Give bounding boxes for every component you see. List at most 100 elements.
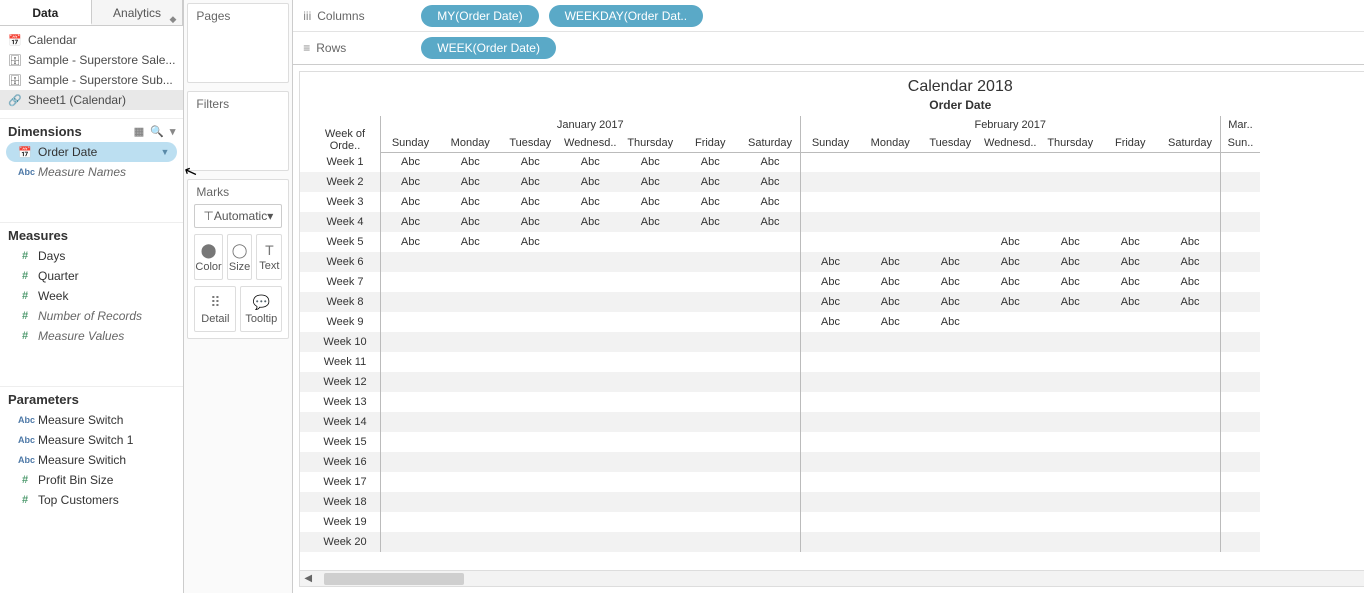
cell[interactable]	[1220, 372, 1260, 392]
cell[interactable]	[1160, 432, 1220, 452]
mark-detail-button[interactable]: ⠿Detail	[194, 286, 236, 332]
cell[interactable]	[440, 412, 500, 432]
cell[interactable]	[1100, 152, 1160, 172]
cell[interactable]	[1100, 352, 1160, 372]
cell[interactable]	[500, 412, 560, 432]
cell[interactable]	[620, 412, 680, 432]
cell[interactable]	[1160, 452, 1220, 472]
day-header[interactable]: Sunday	[380, 134, 440, 152]
cell[interactable]	[500, 272, 560, 292]
cell[interactable]	[1040, 432, 1100, 452]
cell[interactable]	[380, 492, 440, 512]
cell[interactable]	[980, 352, 1040, 372]
day-header[interactable]: Sun..	[1220, 134, 1260, 152]
day-header[interactable]: Wednesd..	[980, 134, 1040, 152]
cell[interactable]: Abc	[1100, 232, 1160, 252]
row-header[interactable]: Week 6	[300, 252, 380, 272]
cell[interactable]	[1220, 232, 1260, 252]
cell[interactable]	[800, 492, 860, 512]
cell[interactable]	[560, 252, 620, 272]
cell[interactable]	[1220, 292, 1260, 312]
row-header[interactable]: Week 16	[300, 452, 380, 472]
cell[interactable]	[680, 452, 740, 472]
cell[interactable]	[680, 412, 740, 432]
cell[interactable]	[1220, 252, 1260, 272]
row-header[interactable]: Week 8	[300, 292, 380, 312]
cell[interactable]	[800, 152, 860, 172]
row-header[interactable]: Week 20	[300, 532, 380, 552]
day-header[interactable]: Monday	[860, 134, 920, 152]
cell[interactable]	[980, 392, 1040, 412]
cell[interactable]	[680, 432, 740, 452]
cell[interactable]	[800, 212, 860, 232]
cell[interactable]: Abc	[1160, 252, 1220, 272]
cell[interactable]	[980, 312, 1040, 332]
cell[interactable]	[860, 232, 920, 252]
cell[interactable]	[800, 372, 860, 392]
day-header[interactable]: Thursday	[1040, 134, 1100, 152]
cell[interactable]	[740, 292, 800, 312]
cell[interactable]	[860, 412, 920, 432]
cell[interactable]	[1160, 152, 1220, 172]
cell[interactable]	[980, 452, 1040, 472]
cell[interactable]	[560, 512, 620, 532]
cell[interactable]: Abc	[440, 212, 500, 232]
day-header[interactable]: Monday	[440, 134, 500, 152]
cell[interactable]	[1040, 512, 1100, 532]
cell[interactable]	[380, 252, 440, 272]
cell[interactable]	[1100, 512, 1160, 532]
cell[interactable]	[680, 312, 740, 332]
cell[interactable]	[980, 492, 1040, 512]
cell[interactable]	[980, 332, 1040, 352]
cell[interactable]	[1220, 332, 1260, 352]
cell[interactable]	[920, 352, 980, 372]
cell[interactable]	[680, 292, 740, 312]
cell[interactable]	[680, 492, 740, 512]
cell[interactable]	[440, 492, 500, 512]
cell[interactable]	[920, 192, 980, 212]
scroll-left-icon[interactable]: ◀	[300, 573, 316, 584]
field-item[interactable]: #Number of Records	[0, 306, 183, 326]
cell[interactable]	[1100, 312, 1160, 332]
day-header[interactable]: Saturday	[740, 134, 800, 152]
cell[interactable]: Abc	[980, 252, 1040, 272]
cell[interactable]	[800, 532, 860, 552]
cell[interactable]	[560, 232, 620, 252]
day-header[interactable]: Thursday	[620, 134, 680, 152]
cell[interactable]	[860, 372, 920, 392]
field-item[interactable]: 📅Order Date▼	[6, 142, 177, 162]
cell[interactable]	[440, 252, 500, 272]
cell[interactable]	[1220, 472, 1260, 492]
cell[interactable]	[500, 432, 560, 452]
cell[interactable]	[1160, 532, 1220, 552]
search-icon[interactable]: 🔍	[150, 125, 164, 138]
field-item[interactable]: #Quarter	[0, 266, 183, 286]
cell[interactable]	[860, 472, 920, 492]
cell[interactable]	[1220, 532, 1260, 552]
cell[interactable]: Abc	[980, 232, 1040, 252]
cell[interactable]: Abc	[680, 172, 740, 192]
columns-shelf[interactable]: iiiColumns MY(Order Date)WEEKDAY(Order D…	[293, 0, 1364, 32]
cell[interactable]	[1220, 212, 1260, 232]
cell[interactable]	[1160, 492, 1220, 512]
day-header[interactable]: Tuesday	[920, 134, 980, 152]
cell[interactable]: Abc	[620, 172, 680, 192]
cell[interactable]	[860, 172, 920, 192]
mark-color-button[interactable]: ⬤Color	[194, 234, 222, 280]
cell[interactable]	[980, 172, 1040, 192]
viz-title[interactable]: Calendar 2018	[300, 72, 1364, 98]
cell[interactable]	[860, 152, 920, 172]
field-item[interactable]: AbcMeasure Switich	[0, 450, 183, 470]
cell[interactable]: Abc	[980, 272, 1040, 292]
cell[interactable]	[1100, 432, 1160, 452]
cell[interactable]: Abc	[860, 292, 920, 312]
cell[interactable]	[740, 392, 800, 412]
cell[interactable]	[620, 252, 680, 272]
cell[interactable]: Abc	[380, 192, 440, 212]
cell[interactable]	[1040, 452, 1100, 472]
cell[interactable]	[1160, 212, 1220, 232]
cell[interactable]: Abc	[740, 152, 800, 172]
cell[interactable]	[440, 432, 500, 452]
row-header[interactable]: Week 18	[300, 492, 380, 512]
field-item[interactable]: AbcMeasure Switch 1	[0, 430, 183, 450]
